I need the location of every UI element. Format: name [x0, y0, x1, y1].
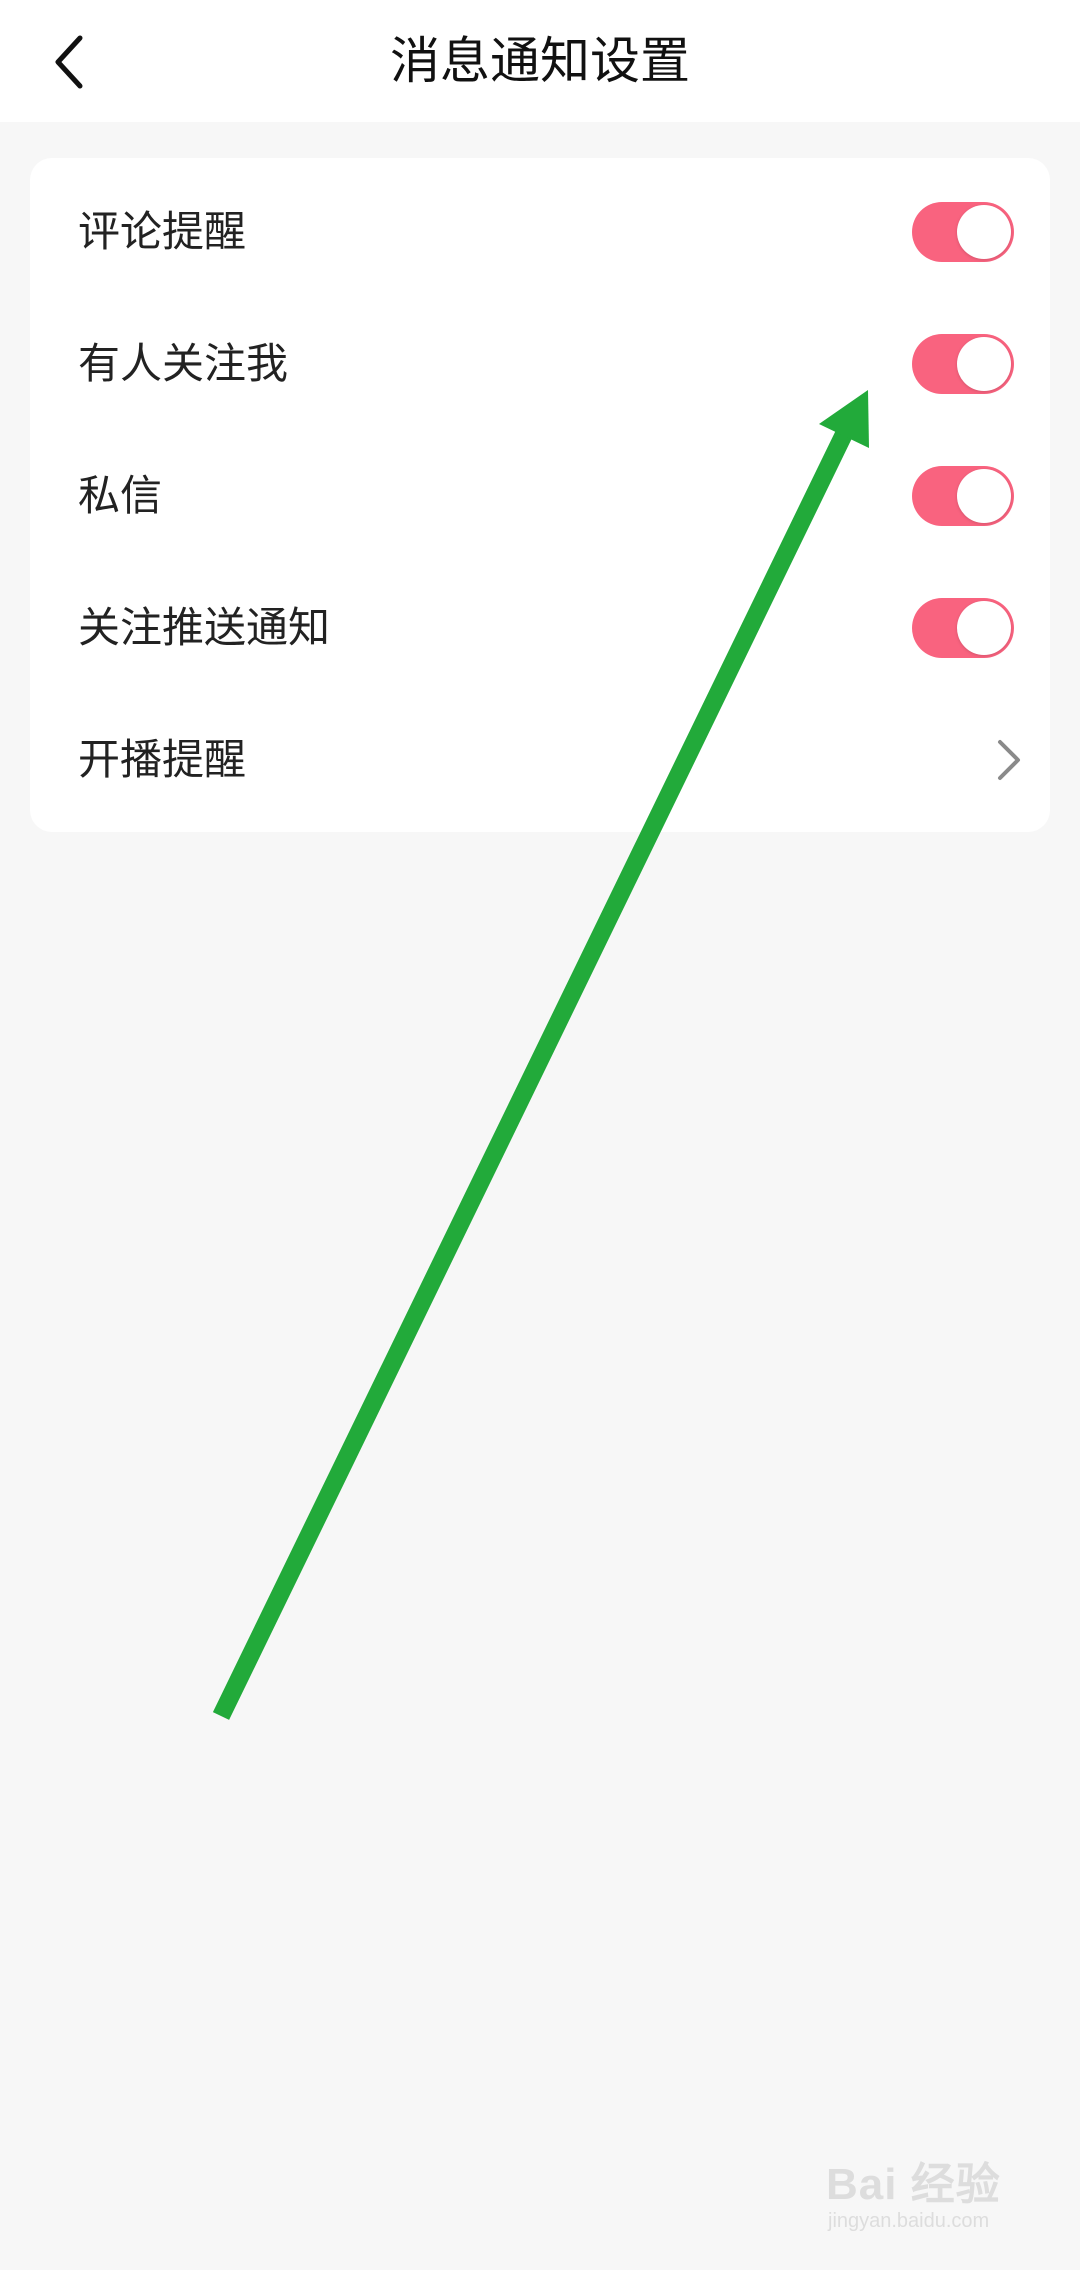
setting-label: 私信: [78, 471, 163, 520]
follow-push-toggle[interactable]: [912, 598, 1014, 658]
setting-label: 关注推送通知: [78, 603, 331, 652]
watermark-logo: Bai 经验: [826, 2160, 1001, 2209]
setting-label: 开播提醒: [78, 735, 247, 784]
watermark: Bai 经验 jingyan.baidu.com: [826, 2148, 1036, 2248]
page-title: 消息通知设置: [390, 32, 690, 90]
setting-row-live-reminder[interactable]: 开播提醒: [30, 694, 1050, 826]
setting-row-new-follower[interactable]: 有人关注我: [30, 298, 1050, 430]
header-bar: 消息通知设置: [0, 0, 1080, 122]
setting-row-private-message[interactable]: 私信: [30, 430, 1050, 562]
private-message-toggle[interactable]: [912, 466, 1014, 526]
settings-card: 评论提醒 有人关注我 私信 关注推送通知 开播提醒: [30, 158, 1050, 832]
comment-reminder-toggle[interactable]: [912, 202, 1014, 262]
toggle-knob: [957, 469, 1011, 523]
watermark-url: jingyan.baidu.com: [828, 2210, 990, 2232]
setting-row-follow-push[interactable]: 关注推送通知: [30, 562, 1050, 694]
setting-label: 评论提醒: [78, 207, 247, 256]
toggle-knob: [957, 205, 1011, 259]
chevron-right-icon: [998, 740, 1020, 780]
new-follower-toggle[interactable]: [912, 334, 1014, 394]
setting-row-comment-reminder[interactable]: 评论提醒: [30, 166, 1050, 298]
setting-label: 有人关注我: [78, 339, 289, 388]
toggle-knob: [957, 337, 1011, 391]
toggle-knob: [957, 601, 1011, 655]
